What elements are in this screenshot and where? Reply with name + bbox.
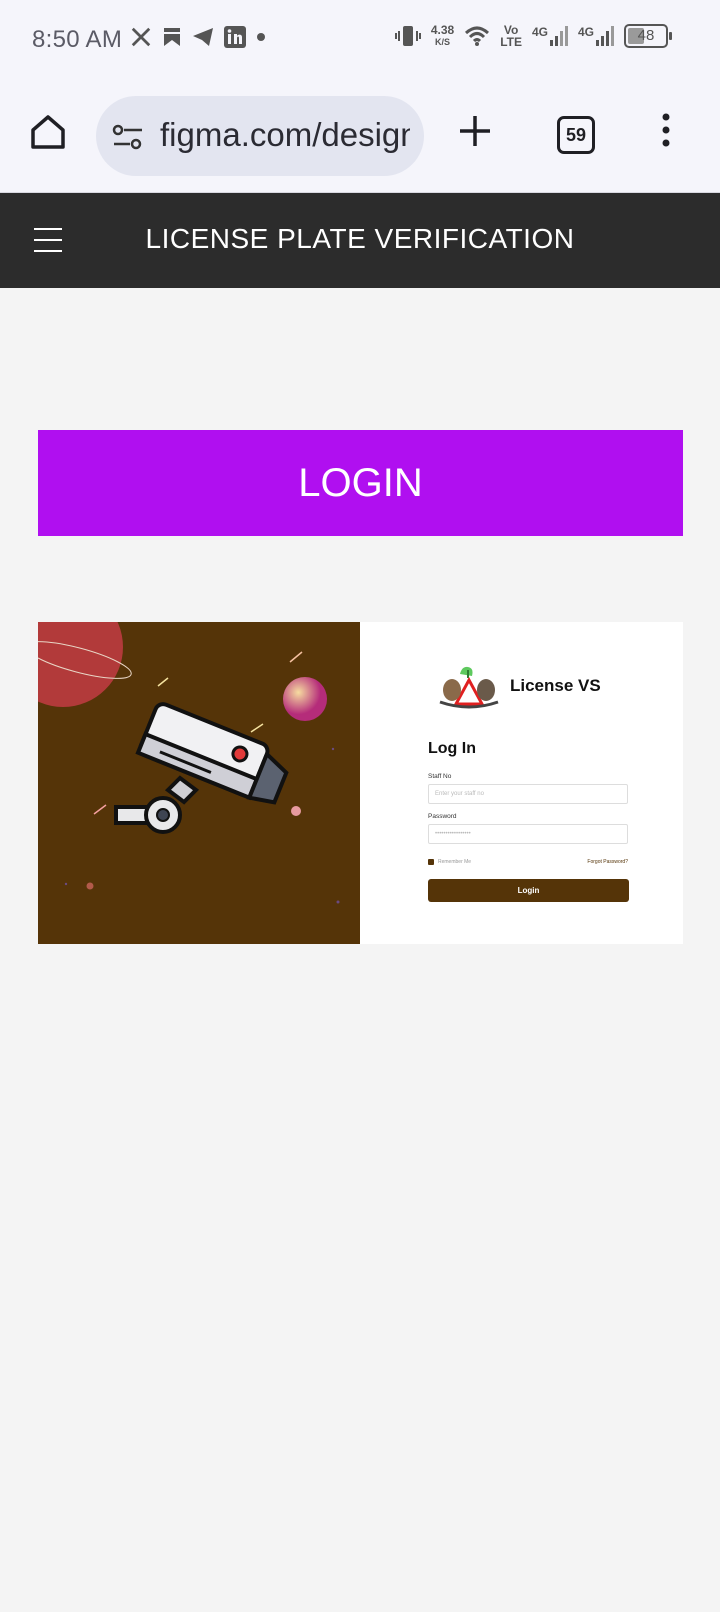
tab-switcher-button[interactable]: 59	[557, 116, 595, 154]
site-header: LICENSE PLATE VERIFICATION	[0, 193, 720, 288]
volte-indicator: Vo LTE	[500, 23, 522, 49]
password-label: Password	[428, 813, 457, 820]
signal-icon	[549, 26, 568, 46]
staff-no-input: Enter your staff no	[428, 784, 628, 804]
battery-icon: 48	[624, 24, 672, 48]
bookmark-icon	[164, 28, 180, 46]
address-bar[interactable]: figma.com/design	[96, 96, 424, 176]
home-icon[interactable]	[28, 112, 68, 152]
brand: License VS	[438, 662, 601, 710]
site-settings-icon[interactable]	[112, 124, 144, 150]
checkbox-icon	[428, 859, 434, 865]
login-button: Login	[428, 879, 629, 902]
status-time: 8:50 AM	[32, 26, 123, 53]
page-title: LICENSE PLATE VERIFICATION	[145, 223, 575, 254]
brand-name: License VS	[510, 676, 601, 695]
sim1-indicator: 4G	[532, 26, 568, 46]
login-form-preview: License VS Log In Staff No Enter your st…	[360, 622, 683, 944]
x-icon	[131, 27, 151, 47]
login-banner: LOGIN	[38, 430, 683, 536]
form-title: Log In	[428, 740, 476, 757]
forgot-password-link: Forgot Password?	[587, 859, 628, 865]
vibrate-icon	[394, 26, 421, 46]
telegram-icon	[193, 28, 213, 46]
sim2-indicator: 4G	[578, 26, 614, 46]
new-tab-icon[interactable]	[458, 114, 492, 148]
system-indicators: 4.38 K/S Vo LTE 4G 4G 48	[394, 23, 672, 49]
url-text[interactable]: figma.com/design	[160, 116, 410, 154]
login-design-preview: License VS Log In Staff No Enter your st…	[38, 622, 683, 944]
linkedin-icon	[224, 26, 246, 48]
remember-me: Remember Me	[428, 859, 471, 865]
emblem-logo	[439, 666, 499, 709]
status-bar: 8:50 AM 4.38 K/S Vo LTE 4G 4G 48	[0, 0, 720, 82]
more-menu-icon[interactable]	[662, 112, 670, 148]
notification-icons	[130, 26, 266, 48]
staff-no-label: Staff No	[428, 773, 452, 780]
dot-icon	[257, 33, 265, 41]
password-input: •••••••••••••••••	[428, 824, 628, 844]
net-speed: 4.38 K/S	[430, 23, 455, 47]
security-camera-illustration	[38, 622, 360, 944]
signal-icon	[596, 26, 614, 46]
wifi-icon	[465, 26, 490, 46]
browser-toolbar: figma.com/design 59	[0, 82, 720, 193]
camera-art	[38, 622, 340, 904]
